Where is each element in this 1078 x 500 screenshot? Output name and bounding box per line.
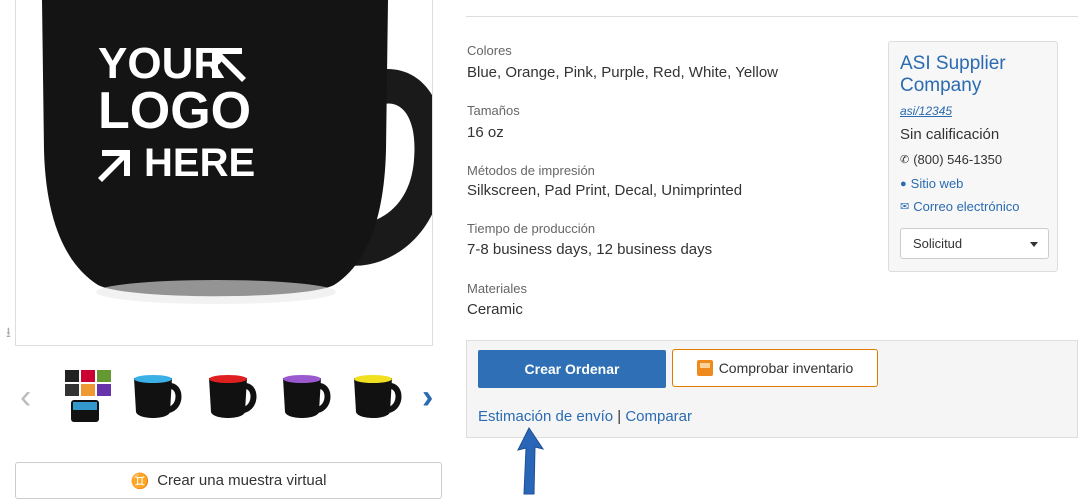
supplier-email-text: Correo electrónico xyxy=(913,199,1020,214)
chevron-left-icon[interactable]: ‹ xyxy=(20,380,31,414)
materials-value: Ceramic xyxy=(467,301,523,318)
shipping-estimate-link[interactable]: Estimación de envío xyxy=(478,408,613,425)
supplier-name[interactable]: ASI Supplier Company xyxy=(900,53,1050,97)
colors-label: Colores xyxy=(467,43,512,58)
supplier-asi-link[interactable]: asi/12345 xyxy=(900,104,952,118)
divider xyxy=(466,16,1078,17)
check-inventory-label: Comprobar inventario xyxy=(718,360,854,376)
request-select-value: Solicitud xyxy=(913,236,963,251)
production-time-label: Tiempo de producción xyxy=(467,221,596,236)
supplier-phone: ✆ (800) 546-1350 xyxy=(900,152,1002,167)
globe-icon: ● xyxy=(900,177,907,190)
create-order-button[interactable]: Crear Ordenar xyxy=(478,350,666,388)
thumbnail-2[interactable] xyxy=(128,368,184,424)
request-select[interactable]: Solicitud xyxy=(900,228,1049,259)
virtual-sample-icon: ♊ xyxy=(130,472,150,490)
envelope-icon: ✉ xyxy=(900,201,910,213)
product-image: YOUR LOGO HERE xyxy=(42,0,432,304)
logo-line-1: YOUR xyxy=(98,39,225,88)
virtual-sample-label: Crear una muestra virtual xyxy=(157,472,327,489)
sizes-label: Tamaños xyxy=(467,103,520,118)
supplier-website-text: Sitio web xyxy=(910,176,964,191)
thumbnail-1[interactable] xyxy=(63,368,119,424)
caret-down-icon xyxy=(1030,242,1038,247)
virtual-sample-button[interactable]: ♊ Crear una muestra virtual xyxy=(15,462,442,499)
colors-value: Blue, Orange, Pink, Purple, Red, White, … xyxy=(467,64,779,81)
annotation-arrow xyxy=(517,427,545,495)
thumbnail-4[interactable] xyxy=(277,368,333,424)
chevron-right-icon[interactable]: › xyxy=(422,380,433,414)
download-icon[interactable]: ⭳ xyxy=(6,322,11,346)
production-time-value: 7-8 business days, 12 business days xyxy=(467,241,713,258)
print-methods-value: Silkscreen, Pad Print, Decal, Unimprinte… xyxy=(467,182,743,199)
supplier-rating: Sin calificación xyxy=(900,126,1000,143)
thumbnail-5[interactable] xyxy=(348,368,404,424)
sizes-value: 16 oz xyxy=(467,124,504,141)
supplier-email-link[interactable]: ✉ Correo electrónico xyxy=(900,199,1019,214)
print-methods-label: Métodos de impresión xyxy=(467,163,595,178)
logo-line-3: HERE xyxy=(144,141,255,185)
action-links: Estimación de envío | Comparar xyxy=(478,408,692,425)
create-order-label: Crear Ordenar xyxy=(524,361,620,377)
phone-icon: ✆ xyxy=(900,154,910,166)
link-separator: | xyxy=(617,408,622,425)
supplier-phone-text: (800) 546-1350 xyxy=(913,152,1003,167)
inventory-box-icon xyxy=(696,360,713,376)
supplier-website-link[interactable]: ● Sitio web xyxy=(900,176,963,191)
thumbnail-3[interactable] xyxy=(203,368,259,424)
product-image-frame: YOUR LOGO HERE xyxy=(15,0,433,346)
compare-link[interactable]: Comparar xyxy=(625,408,692,425)
check-inventory-button[interactable]: Comprobar inventario xyxy=(672,349,878,387)
materials-label: Materiales xyxy=(467,281,527,296)
logo-line-2: LOGO xyxy=(98,82,251,140)
